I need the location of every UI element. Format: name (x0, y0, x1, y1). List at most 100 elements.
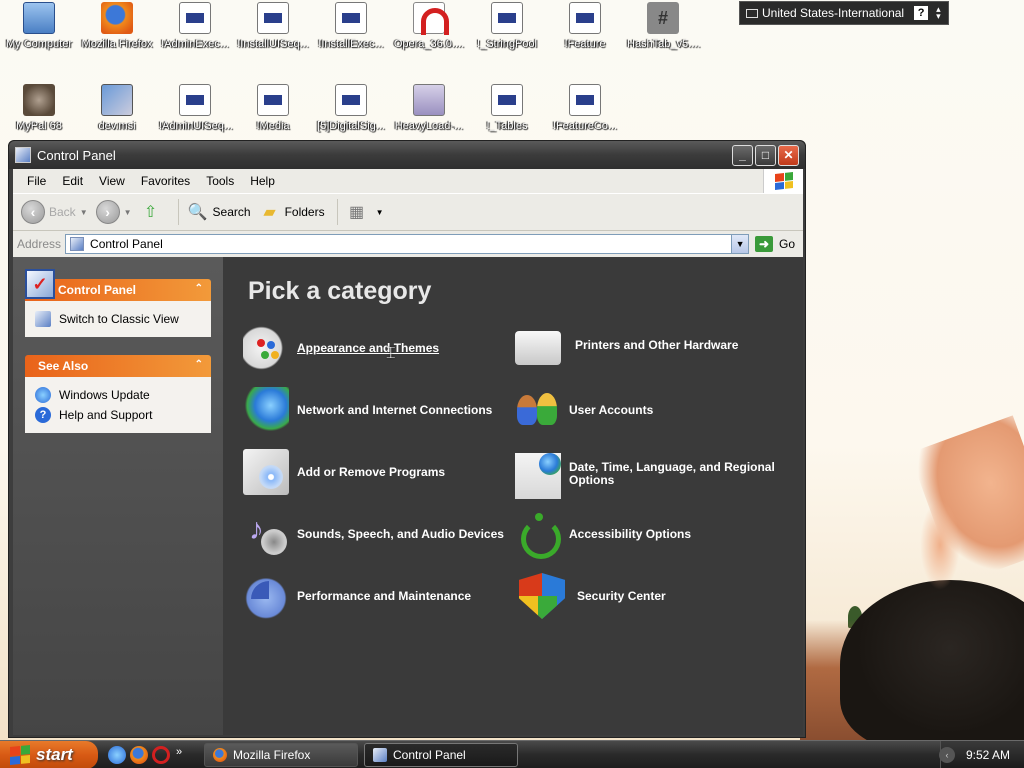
control-panel-icon (15, 147, 31, 163)
control-panel-icon (373, 748, 387, 762)
start-button[interactable]: start (0, 741, 98, 768)
opera-icon[interactable] (152, 746, 170, 764)
chevron-down-icon[interactable]: ▼ (124, 208, 132, 217)
chevron-down-icon[interactable]: ▼ (376, 208, 384, 217)
desktop-icon-heavyload[interactable]: HeavyLoad-... (391, 84, 467, 132)
category-performance[interactable]: Performance and Maintenance (243, 573, 471, 619)
desktop-icon-installexec[interactable]: !InstallExec... (313, 2, 389, 50)
mypal-icon (23, 84, 55, 116)
date-time-icon (515, 453, 561, 499)
chevron-down-icon[interactable]: ▼ (80, 208, 88, 217)
taskbar-button-firefox[interactable]: Mozilla Firefox (204, 743, 358, 767)
menu-favorites[interactable]: Favorites (133, 174, 198, 188)
folders-button[interactable]: ▰ Folders (259, 201, 324, 223)
task-pane: ✓ Control Panel ⌃ Switch to Classic View… (13, 257, 223, 735)
up-folder-icon: ⇧ (143, 204, 158, 221)
address-input[interactable]: Control Panel ▼ (65, 234, 750, 254)
desktop-icon-dev-msi[interactable]: dev.msi (79, 84, 155, 132)
desktop-icon-feature[interactable]: !Feature (547, 2, 623, 50)
chevron-down-icon[interactable]: ▼ (731, 235, 749, 253)
help-icon[interactable]: ? (914, 6, 929, 20)
menu-view[interactable]: View (91, 174, 133, 188)
menu-help[interactable]: Help (242, 174, 283, 188)
up-folder-button[interactable]: ⇧ (140, 201, 166, 223)
appearance-themes-icon (243, 325, 289, 371)
clock[interactable]: 9:52 AM (966, 748, 1010, 762)
desktop-icon-installuiseq[interactable]: !InstallUISeq... (235, 2, 311, 50)
window-titlebar[interactable]: Control Panel _ □ ✕ (9, 141, 805, 169)
language-bar-options-icon[interactable]: ▴ ▾ (936, 5, 941, 21)
desktop-icon-opera[interactable]: Opera_36.0.... (391, 2, 467, 50)
minimize-button[interactable]: _ (732, 144, 753, 166)
category-sounds[interactable]: Sounds, Speech, and Audio Devices (243, 511, 504, 557)
document-icon (257, 2, 289, 34)
document-icon (335, 84, 367, 116)
system-tray: ‹ 9:52 AM (939, 741, 1024, 768)
help-support-link[interactable]: ? Help and Support (35, 405, 201, 425)
desktop-icon-firefox[interactable]: Mozilla Firefox (79, 2, 155, 50)
windows-update-link[interactable]: Windows Update (35, 385, 201, 405)
desktop-icon-media[interactable]: !Media (235, 84, 311, 132)
category-add-remove-programs[interactable]: Add or Remove Programs (243, 449, 445, 495)
desktop-icon-adminexec[interactable]: !AdminExec... (157, 2, 233, 50)
document-icon (335, 2, 367, 34)
collapse-icon[interactable]: ⌃ (195, 283, 203, 294)
language-label[interactable]: United States-International (762, 6, 904, 20)
document-icon (179, 2, 211, 34)
menu-edit[interactable]: Edit (54, 174, 91, 188)
category-date-time[interactable]: Date, Time, Language, and Regional Optio… (515, 449, 785, 499)
category-user-accounts[interactable]: User Accounts (515, 387, 653, 433)
opera-icon (413, 2, 449, 35)
desktop-icon-hashtab[interactable]: # HashTab_v5.... (625, 2, 701, 50)
category-appearance-themes[interactable]: Appearance and Themes (243, 325, 439, 371)
firefox-icon[interactable] (130, 746, 148, 764)
window-title: Control Panel (37, 147, 116, 163)
my-computer-icon (23, 2, 55, 34)
search-button[interactable]: 🔍 Search (187, 201, 251, 223)
menu-tools[interactable]: Tools (198, 174, 242, 188)
printer-icon (515, 331, 561, 365)
category-printers[interactable]: Printers and Other Hardware (515, 325, 738, 365)
desktop-icon-featureco[interactable]: !FeatureCo... (547, 84, 623, 132)
heavyload-icon (413, 84, 445, 116)
document-icon (491, 84, 523, 116)
desktop-icon-tables[interactable]: !_Tables (469, 84, 545, 132)
address-label: Address (17, 237, 62, 251)
chevron-left-icon[interactable]: ‹ (939, 747, 955, 763)
keyboard-icon (746, 8, 758, 18)
back-button[interactable]: ‹ Back ▼ (21, 200, 88, 224)
desktop-icon-stringpool[interactable]: !_StringPool (469, 2, 545, 50)
toolbar-separator (336, 199, 338, 225)
see-also-group-header[interactable]: See Also ⌃ (25, 355, 211, 377)
control-panel-icon: ✓ (25, 269, 55, 299)
close-button[interactable]: ✕ (778, 144, 799, 166)
category-accessibility[interactable]: Accessibility Options (515, 511, 691, 559)
internet-explorer-icon[interactable] (108, 746, 126, 764)
desktop-icon-digitalsig[interactable]: [5]DigitalSig... (313, 84, 389, 132)
text-cursor-icon: ⌶ (386, 345, 396, 362)
quick-launch-more-icon[interactable]: » (176, 746, 182, 764)
go-button[interactable]: ➜ Go (755, 236, 795, 252)
taskbar-button-control-panel[interactable]: Control Panel (364, 743, 518, 767)
forward-button[interactable]: › ▼ (95, 200, 132, 224)
control-panel-icon (70, 237, 85, 251)
desktop-icon-my-computer[interactable]: My Computer (1, 2, 77, 50)
collapse-icon[interactable]: ⌃ (195, 359, 203, 370)
msi-icon (101, 84, 133, 116)
security-shield-icon (519, 573, 565, 619)
category-network[interactable]: Network and Internet Connections (243, 387, 492, 433)
control-panel-group-header[interactable]: ✓ Control Panel ⌃ (25, 269, 211, 301)
category-security-center[interactable]: Security Center (515, 573, 666, 619)
maximize-button[interactable]: □ (755, 144, 776, 166)
desktop-icon-adminuiseq[interactable]: !AdminUISeq... (157, 84, 233, 132)
desktop-icon-mypal[interactable]: MyPal 68 (1, 84, 77, 132)
switch-classic-view-link[interactable]: Switch to Classic View (35, 309, 201, 329)
document-icon (491, 2, 523, 34)
views-button[interactable]: ▦ ▼ (346, 201, 384, 223)
control-panel-group: ✓ Control Panel ⌃ Switch to Classic View (25, 269, 211, 337)
language-bar[interactable]: United States-International ? ▴ ▾ (739, 1, 949, 25)
performance-icon (243, 573, 289, 619)
go-arrow-icon: ➜ (755, 236, 774, 252)
document-icon (179, 84, 211, 116)
menu-file[interactable]: File (19, 174, 54, 188)
